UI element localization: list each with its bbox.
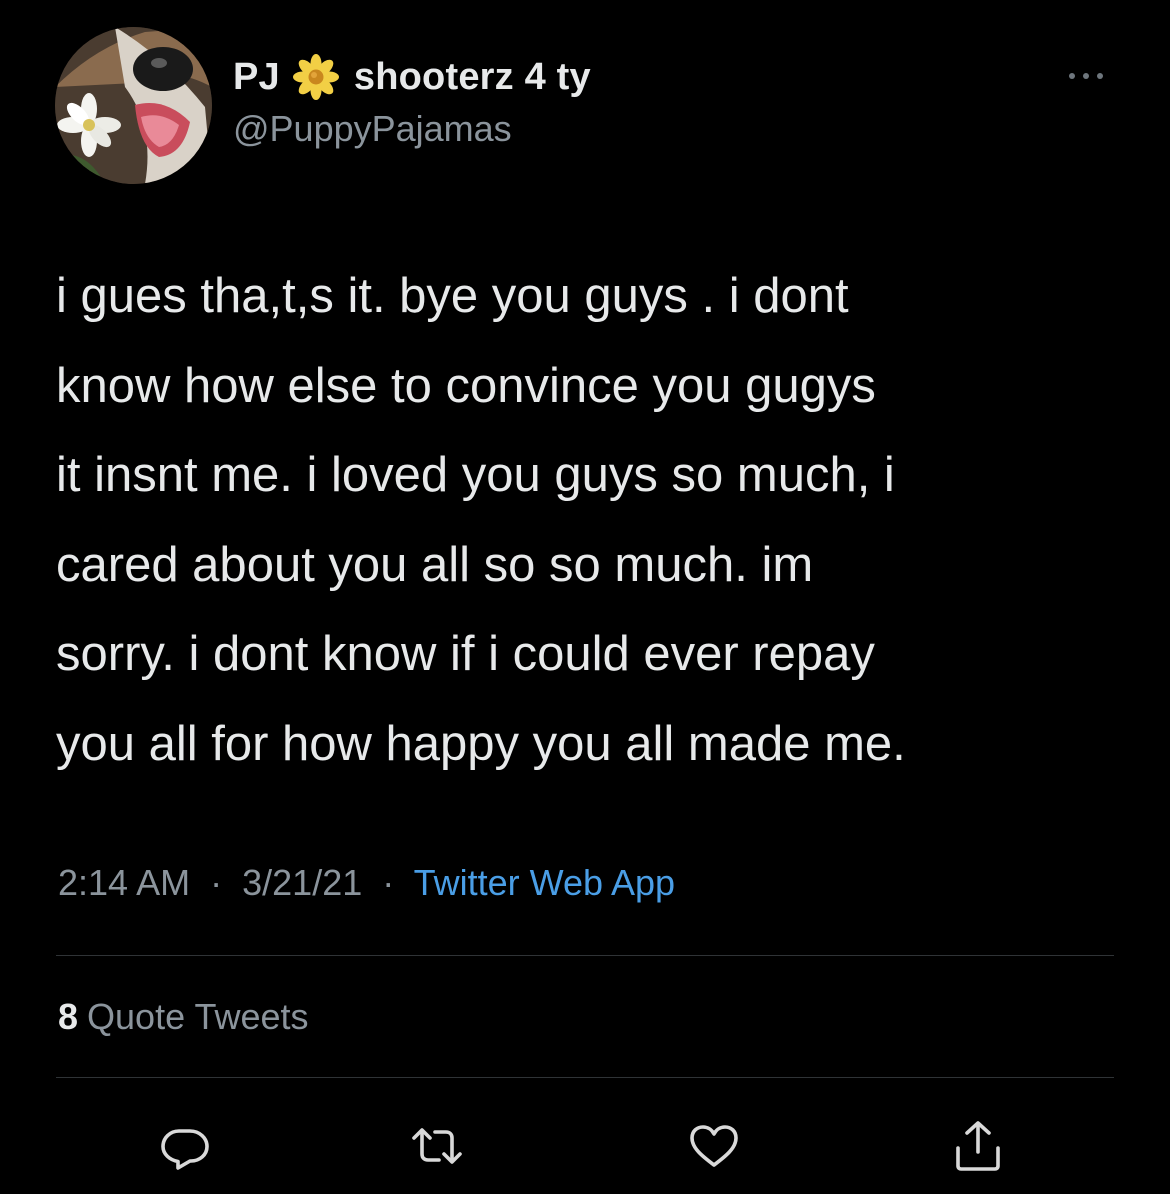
- tweet-text-line: you all for how happy you all made me.: [56, 716, 906, 771]
- retweet-icon[interactable]: [409, 1118, 465, 1174]
- divider: [56, 1077, 1114, 1078]
- like-icon[interactable]: [686, 1118, 742, 1174]
- tweet-text-line: cared about you all so so much. im: [56, 537, 814, 592]
- tweet-time[interactable]: 2:14 AM: [58, 862, 190, 903]
- divider: [56, 955, 1114, 956]
- display-name-first[interactable]: PJ: [233, 56, 280, 99]
- more-options-icon[interactable]: [1062, 64, 1110, 88]
- avatar[interactable]: [55, 27, 212, 184]
- quote-tweets-count: 8: [58, 996, 79, 1037]
- tweet-text-line: i gues tha,t,s it. bye you guys . i dont: [56, 269, 849, 323]
- tweet-detail: PJ shooterz 4 ty @PuppyPajamas i gues th…: [0, 0, 1170, 1194]
- share-icon[interactable]: [950, 1118, 1006, 1174]
- quote-tweets-stat[interactable]: 8 Quote Tweets: [58, 996, 309, 1038]
- quote-tweets-label: Quote Tweets: [87, 996, 309, 1037]
- avatar-image: [55, 27, 212, 184]
- reply-icon[interactable]: [157, 1118, 213, 1174]
- display-name[interactable]: PJ shooterz 4 ty: [233, 50, 591, 104]
- flower-icon: [292, 53, 340, 101]
- tweet-text-line: know how else to convince you gugys: [56, 358, 876, 413]
- user-handle[interactable]: @PuppyPajamas: [233, 108, 512, 150]
- tweet-date[interactable]: 3/21/21: [242, 862, 362, 903]
- tweet-source-link[interactable]: Twitter Web App: [414, 862, 675, 903]
- tweet-meta: 2:14 AM · 3/21/21 · Twitter Web App: [58, 862, 675, 904]
- meta-separator: ·: [372, 862, 405, 903]
- display-name-second[interactable]: shooterz 4 ty: [354, 56, 591, 99]
- tweet-text-line: it insnt me. i loved you guys so much, i: [56, 448, 895, 502]
- tweet-text: i gues tha,t,s it. bye you guys . i dont…: [56, 252, 1136, 789]
- meta-separator: ·: [200, 862, 233, 903]
- tweet-text-line: sorry. i dont know if i could ever repay: [56, 627, 875, 681]
